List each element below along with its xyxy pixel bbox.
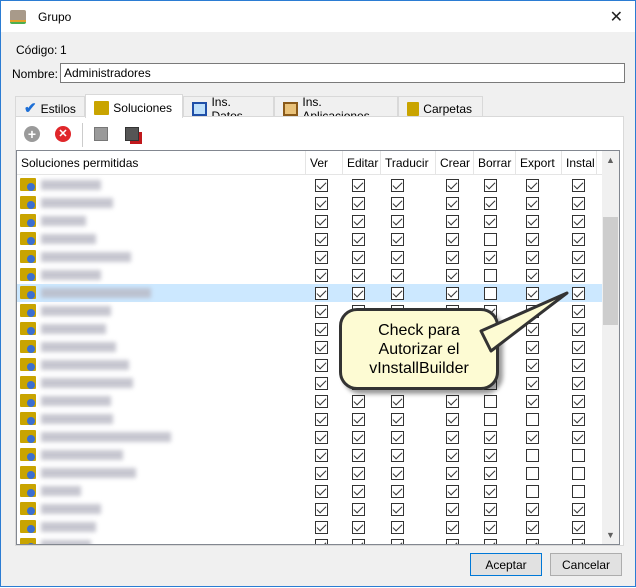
callout-pointer [479,291,569,353]
dialog-window: Grupo ✕ Código: 1 Nombre: Administradore… [0,0,636,587]
